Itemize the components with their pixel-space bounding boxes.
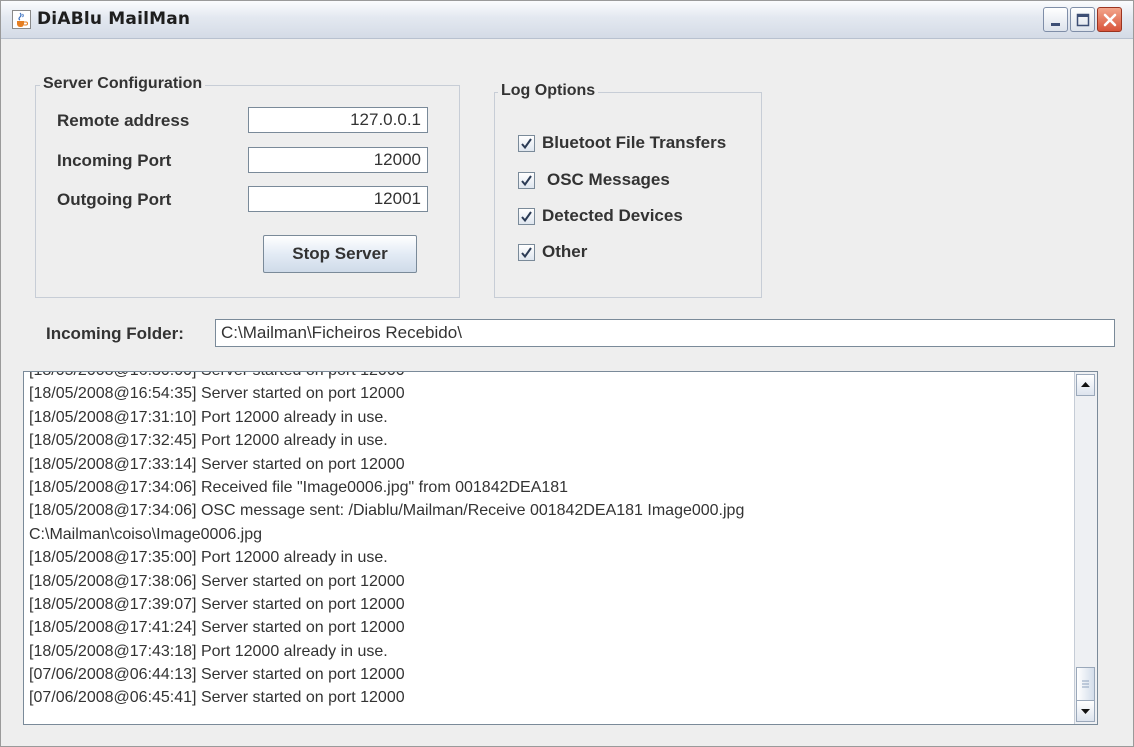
log-line: [18/05/2008@17:41:24] Server started on … — [29, 619, 405, 637]
mailman-window: DiABlu MailMan Server Configuration Remo… — [0, 0, 1134, 747]
log-options-group — [494, 92, 762, 298]
arrow-down-icon — [1081, 709, 1090, 714]
outgoing-port-field[interactable]: 12001 — [248, 186, 428, 212]
stop-server-button[interactable]: Stop Server — [263, 235, 417, 273]
checkbox-label: Other — [542, 242, 588, 261]
checkmark-icon — [521, 175, 532, 187]
incoming-port-label: Incoming Port — [57, 151, 172, 170]
log-line: [18/05/2008@17:34:06] OSC message sent: … — [29, 502, 745, 520]
log-line: [18/05/2008@17:35:00] Port 12000 already… — [29, 549, 388, 567]
log-line: [18/05/2008@17:43:18] Port 12000 already… — [29, 642, 388, 660]
log-line: [07/06/2008@06:44:13] Server started on … — [29, 666, 405, 684]
log-line: [18/05/2008@17:32:45] Port 12000 already… — [29, 432, 388, 450]
incoming-port-field[interactable]: 12000 — [248, 147, 428, 173]
checkbox-label: Detected Devices — [542, 206, 683, 225]
checkbox[interactable] — [518, 135, 535, 152]
scroll-up-button[interactable] — [1076, 374, 1095, 396]
log-line: [18/05/2008@17:33:14] Server started on … — [29, 455, 405, 473]
checkbox-label: Bluetoot File Transfers — [542, 133, 727, 152]
incoming-folder-label: Incoming Folder: — [46, 324, 184, 343]
outgoing-port-label: Outgoing Port — [57, 190, 172, 209]
scroll-down-button[interactable] — [1076, 700, 1095, 722]
checkbox-label: OSC Messages — [547, 170, 670, 189]
scroll-thumb[interactable] — [1076, 667, 1095, 701]
title-bar[interactable]: DiABlu MailMan — [1, 1, 1133, 39]
log-line: [18/05/2008@17:38:06] Server started on … — [29, 572, 405, 590]
checkmark-icon — [521, 211, 532, 223]
log-line: [18/05/2008@16:54:35] Server started on … — [29, 385, 405, 403]
checkbox[interactable] — [518, 208, 535, 225]
close-icon — [1103, 13, 1117, 27]
log-line: [18/05/2008@16:30:00] Server started on … — [29, 372, 1069, 382]
checkbox[interactable] — [518, 244, 535, 261]
arrow-up-icon — [1081, 382, 1090, 387]
log-options-legend: Log Options — [498, 82, 599, 100]
minimize-icon — [1051, 23, 1060, 26]
log-line: [07/06/2008@06:45:41] Server started on … — [29, 689, 405, 707]
log-line: C:\Mailman\coiso\Image0006.jpg — [29, 525, 263, 543]
vertical-scrollbar[interactable] — [1074, 372, 1097, 724]
remote-address-field[interactable]: 127.0.0.1 — [248, 107, 428, 133]
grip-icon — [1082, 680, 1089, 688]
maximize-button[interactable] — [1070, 7, 1095, 32]
minimize-button[interactable] — [1043, 7, 1068, 32]
log-line: [18/05/2008@17:31:10] Port 12000 already… — [29, 408, 388, 426]
checkbox[interactable] — [518, 172, 535, 189]
log-lines: [18/05/2008@16:30:00] Server started on … — [29, 372, 1069, 710]
java-cup-icon — [12, 10, 31, 29]
server-configuration-legend: Server Configuration — [40, 75, 206, 93]
log-line: [18/05/2008@17:39:07] Server started on … — [29, 595, 405, 613]
window-title: DiABlu MailMan — [37, 9, 191, 29]
incoming-folder-field[interactable]: C:\Mailman\Ficheiros Recebido\ — [215, 319, 1115, 347]
log-line: [18/05/2008@17:34:06] Received file "Ima… — [29, 478, 569, 496]
checkmark-icon — [521, 247, 532, 259]
checkmark-icon — [521, 138, 532, 150]
maximize-icon — [1076, 13, 1090, 27]
close-button[interactable] — [1097, 7, 1122, 32]
remote-address-label: Remote address — [57, 111, 190, 130]
log-text-area[interactable]: [18/05/2008@16:30:00] Server started on … — [23, 371, 1098, 725]
